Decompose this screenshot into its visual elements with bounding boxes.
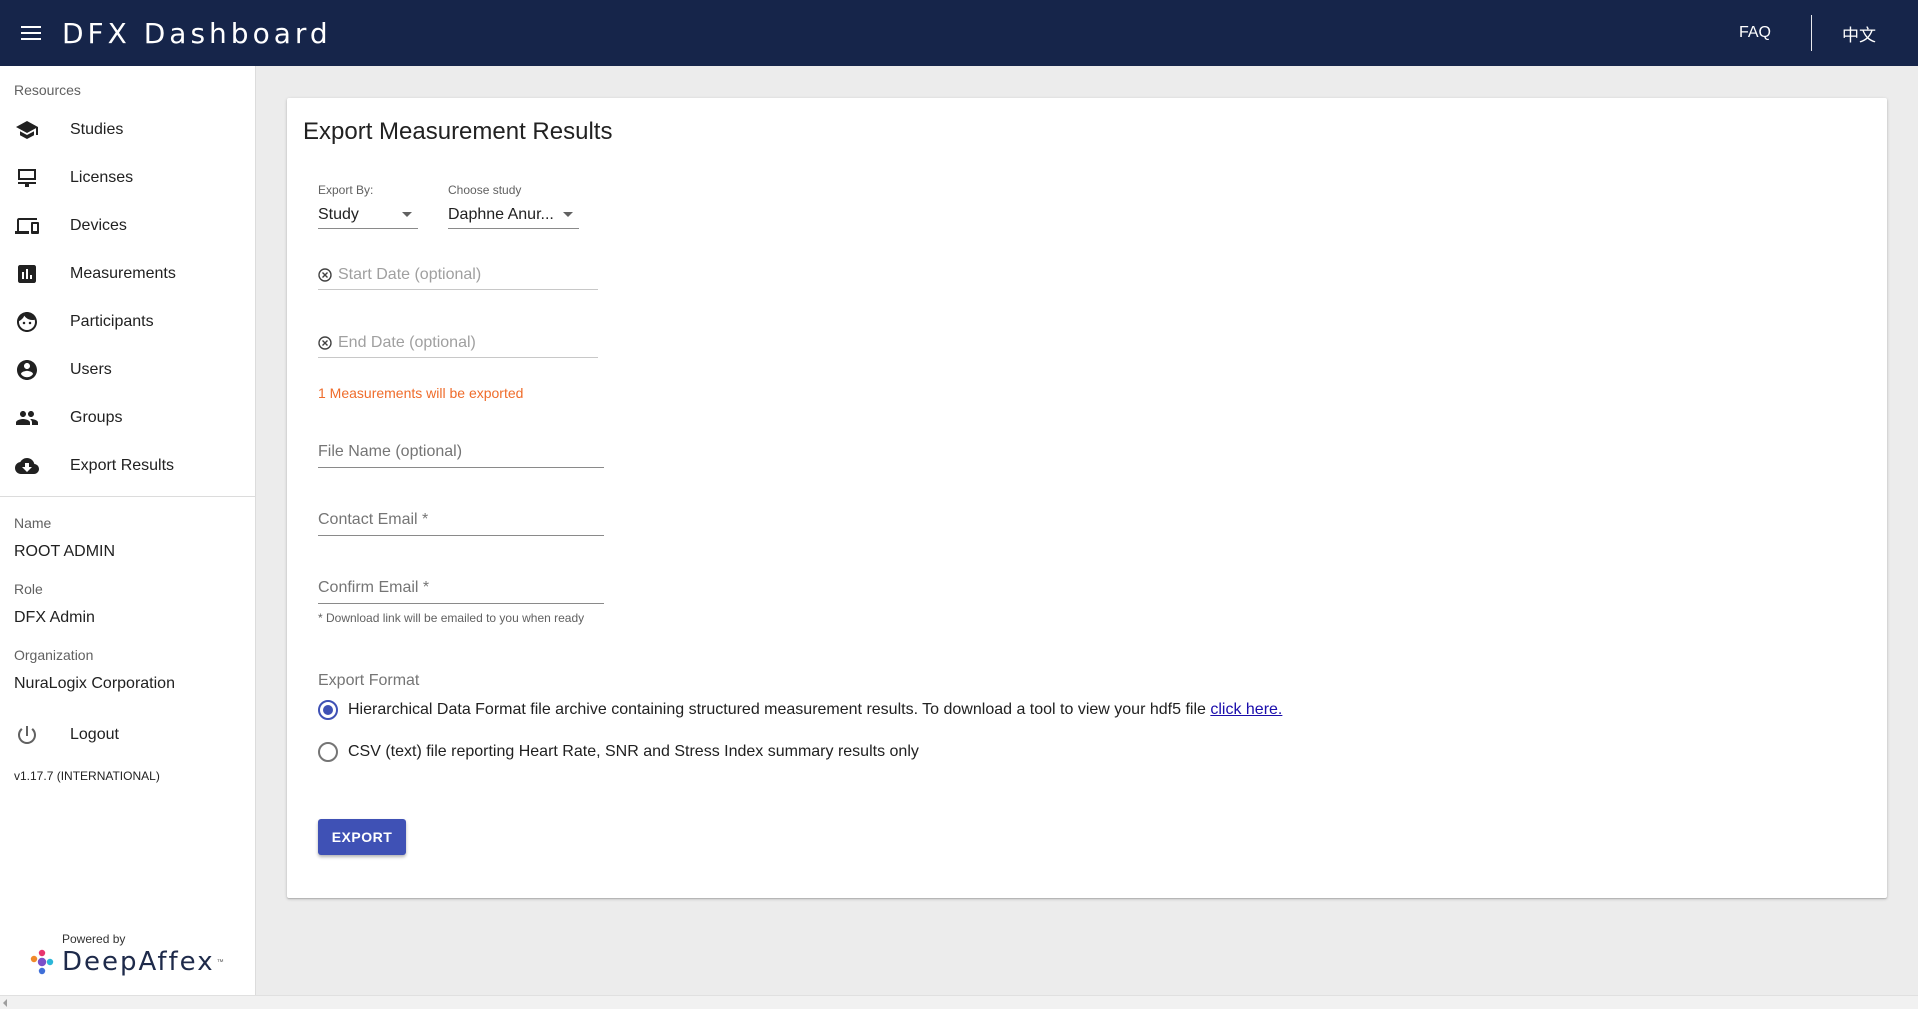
app-bar: DFX Dashboard FAQ 中文	[0, 0, 1918, 66]
sidebar-divider	[0, 496, 255, 497]
chevron-down-icon	[402, 212, 412, 217]
format-option-hdf5[interactable]: Hierarchical Data Format file archive co…	[318, 700, 1282, 720]
choose-study-value: Daphne Anur...	[448, 205, 554, 223]
end-date-placeholder: End Date (optional)	[338, 333, 476, 351]
export-by-label: Export By:	[318, 183, 374, 197]
name-value: ROOT ADMIN	[14, 543, 116, 560]
export-format-label: Export Format	[318, 672, 420, 689]
devices-icon	[0, 214, 70, 238]
powered-by-text: Powered by	[62, 932, 126, 946]
choose-study-label: Choose study	[448, 183, 522, 197]
format-option-hdf5-text: Hierarchical Data Format file archive co…	[348, 701, 1283, 718]
name-label: Name	[14, 515, 52, 531]
version-text: v1.17.7 (INTERNATIONAL)	[14, 769, 160, 783]
faq-link[interactable]: FAQ	[1719, 0, 1811, 66]
trademark: ™	[216, 958, 224, 966]
chevron-down-icon	[563, 212, 573, 217]
export-count-note: 1 Measurements will be exported	[318, 385, 524, 401]
horizontal-scrollbar[interactable]	[0, 995, 1918, 1009]
radio-selected[interactable]	[318, 700, 338, 720]
appbar-divider	[1811, 15, 1812, 51]
clear-icon[interactable]	[318, 335, 332, 350]
start-date-placeholder: Start Date (optional)	[338, 265, 482, 283]
face-icon	[0, 310, 70, 334]
email-helper-text: * Download link will be emailed to you w…	[318, 611, 585, 625]
sidebar-item-label: Export Results	[70, 457, 175, 474]
sidebar: Resources Studies Licenses Devices Measu…	[0, 66, 256, 995]
sidebar-item-studies[interactable]: Studies	[0, 106, 255, 154]
role-label: Role	[14, 581, 43, 597]
bar-chart-icon	[0, 262, 70, 286]
export-by-select[interactable]: Export By: Study	[318, 183, 418, 229]
license-icon	[0, 166, 70, 190]
app-title: DFX Dashboard	[62, 16, 332, 50]
sidebar-item-groups[interactable]: Groups	[0, 394, 255, 442]
file-name-placeholder: File Name (optional)	[318, 443, 463, 460]
brand-name: DeepAffex	[62, 947, 215, 977]
start-date-field[interactable]: Start Date (optional)	[318, 260, 598, 290]
end-date-field[interactable]: End Date (optional)	[318, 328, 598, 358]
file-name-field[interactable]: File Name (optional)	[318, 436, 604, 468]
contact-email-field[interactable]: Contact Email *	[318, 504, 604, 536]
export-by-value: Study	[318, 205, 359, 223]
contact-email-placeholder: Contact Email *	[318, 511, 429, 528]
confirm-email-field[interactable]: Confirm Email *	[318, 572, 604, 604]
export-button[interactable]: EXPORT	[318, 819, 406, 855]
logout-label: Logout	[70, 726, 119, 743]
sidebar-item-label: Participants	[70, 313, 154, 330]
logout-button[interactable]: Logout	[0, 711, 255, 759]
sidebar-item-label: Licenses	[70, 169, 134, 186]
powered-by-logo: Powered by DeepAffex ™	[28, 932, 224, 977]
cloud-download-icon	[0, 454, 70, 478]
clear-icon[interactable]	[318, 267, 332, 282]
format-option-csv[interactable]: CSV (text) file reporting Heart Rate, SN…	[318, 742, 919, 762]
resources-label: Resources	[14, 82, 81, 98]
sidebar-item-devices[interactable]: Devices	[0, 202, 255, 250]
role-value: DFX Admin	[14, 609, 95, 626]
menu-icon[interactable]	[0, 0, 62, 66]
deepaffex-logo-icon	[30, 949, 54, 975]
export-card: Export Measurement Results Export By: St…	[287, 98, 1887, 898]
sidebar-item-users[interactable]: Users	[0, 346, 255, 394]
confirm-email-placeholder: Confirm Email *	[318, 579, 430, 596]
sidebar-item-label: Measurements	[70, 265, 176, 282]
hdf5-tool-link[interactable]: click here.	[1210, 701, 1282, 718]
school-icon	[0, 118, 70, 142]
page-title: Export Measurement Results	[303, 118, 613, 145]
choose-study-select[interactable]: Choose study Daphne Anur...	[448, 183, 579, 229]
sidebar-item-label: Groups	[70, 409, 123, 426]
sidebar-item-label: Studies	[70, 121, 124, 138]
power-icon	[0, 723, 70, 747]
language-switch[interactable]: 中文	[1812, 0, 1918, 66]
people-icon	[0, 406, 70, 430]
account-circle-icon	[0, 358, 70, 382]
sidebar-item-licenses[interactable]: Licenses	[0, 154, 255, 202]
sidebar-item-measurements[interactable]: Measurements	[0, 250, 255, 298]
organization-value: NuraLogix Corporation	[14, 675, 175, 692]
format-option-csv-text: CSV (text) file reporting Heart Rate, SN…	[348, 743, 919, 760]
radio-unselected[interactable]	[318, 742, 338, 762]
sidebar-item-participants[interactable]: Participants	[0, 298, 255, 346]
sidebar-item-label: Devices	[70, 217, 127, 234]
sidebar-item-label: Users	[70, 361, 112, 378]
organization-label: Organization	[14, 647, 94, 663]
sidebar-item-export-results[interactable]: Export Results	[0, 442, 255, 490]
scroll-left-icon[interactable]	[3, 999, 7, 1007]
